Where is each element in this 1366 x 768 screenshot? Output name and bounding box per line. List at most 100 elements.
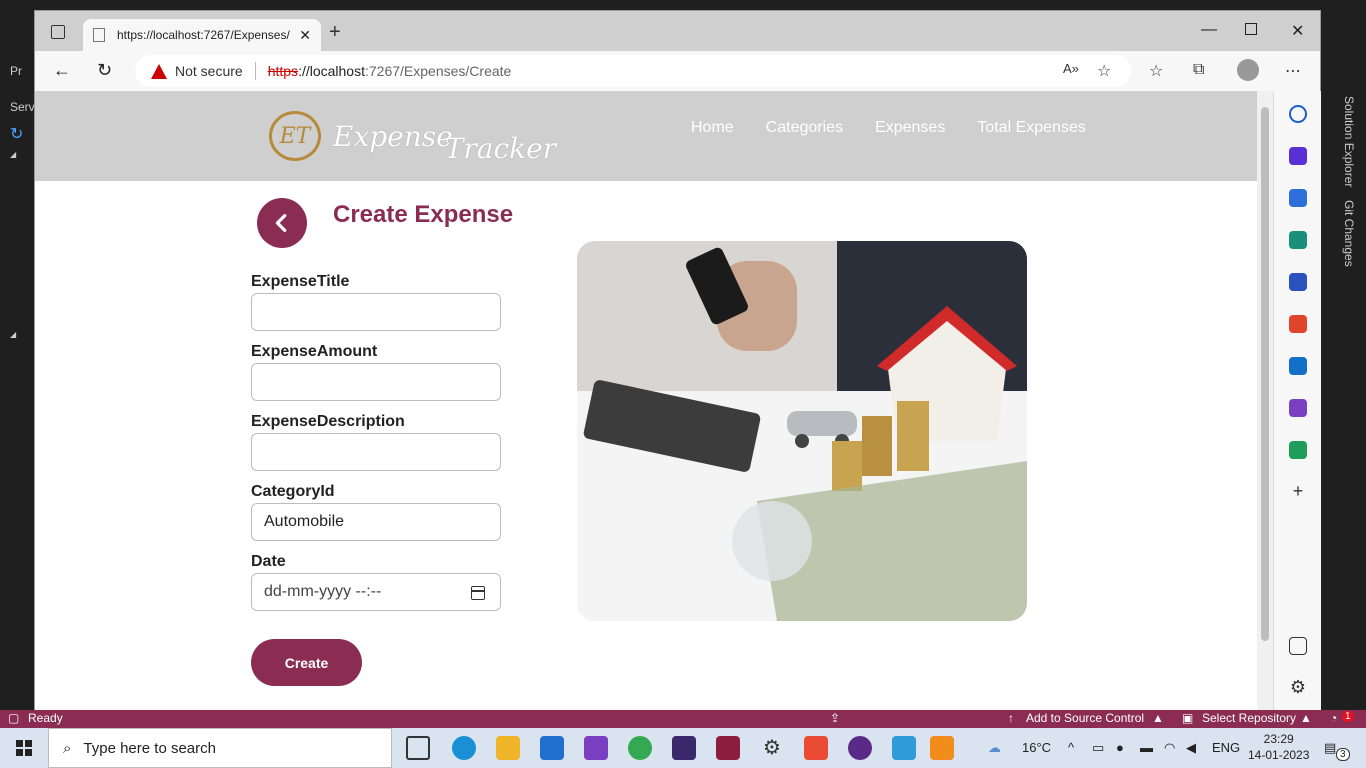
favorites-icon[interactable]: ☆ [1149, 61, 1163, 81]
github-icon[interactable] [848, 736, 872, 760]
solution-explorer-tab[interactable]: Solution Explorer [1342, 96, 1356, 187]
expense-title-label: ExpenseTitle [251, 273, 350, 290]
hide-sidebar-icon[interactable] [1289, 637, 1307, 655]
url-path: :7267/Expenses/Create [365, 63, 512, 79]
battery-icon[interactable]: ▬ [1140, 740, 1153, 755]
settings-icon[interactable]: ⚙ [1289, 678, 1307, 697]
logo-word-expense: Expense [333, 119, 453, 153]
copilot-icon[interactable] [1289, 147, 1307, 165]
volume-icon[interactable]: ◀ [1186, 740, 1196, 756]
outlook-icon[interactable] [1289, 357, 1307, 375]
taskbar-clock[interactable]: 23:29 14-01-2023 [1248, 731, 1309, 763]
tab-actions-icon[interactable] [51, 25, 65, 39]
sublime-icon[interactable] [930, 736, 954, 760]
settings-icon[interactable]: ⚙ [760, 736, 784, 760]
minimize-icon[interactable]: — [1201, 21, 1217, 39]
close-window-icon[interactable]: ✕ [1291, 21, 1304, 41]
page-icon [93, 28, 105, 42]
taskbar-search[interactable]: ⌕ Type here to search [48, 728, 392, 768]
mail-icon[interactable] [540, 736, 564, 760]
visual-studio-icon[interactable] [584, 736, 608, 760]
url-scheme: https [267, 63, 299, 79]
chrome-icon[interactable] [628, 736, 652, 760]
create-button[interactable]: Create [251, 639, 362, 686]
tree-icon[interactable] [1289, 441, 1307, 459]
microphone-icon[interactable]: ● [1116, 740, 1124, 755]
notifications-badge: 1 [1342, 711, 1354, 722]
url-host: ://localhost [298, 63, 365, 79]
vs-left-panel: Serv Pr ↻ ◢ ◢ [0, 0, 35, 710]
maximize-icon[interactable] [1245, 23, 1257, 35]
security-label[interactable]: Not secure [175, 63, 243, 79]
nav-expenses[interactable]: Expenses [875, 119, 945, 137]
hero-image [577, 241, 1027, 621]
date-label: Date [251, 553, 286, 570]
expense-description-input[interactable] [251, 433, 501, 471]
read-aloud-icon[interactable]: A» [1063, 61, 1079, 76]
scrollbar-thumb[interactable] [1261, 107, 1269, 641]
project-label[interactable]: Pr [10, 64, 22, 78]
terminal-icon[interactable] [672, 736, 696, 760]
collections-icon[interactable]: ⧉ [1193, 61, 1204, 79]
tray-usb-icon[interactable]: ▭ [1092, 740, 1104, 756]
search-icon[interactable] [1289, 105, 1307, 123]
nav-total-expenses[interactable]: Total Expenses [977, 119, 1086, 137]
expense-amount-label: ExpenseAmount [251, 343, 378, 360]
chevron-up-icon[interactable]: ▲ [1300, 711, 1312, 725]
weather-temperature[interactable]: 16°C [1022, 740, 1051, 755]
nav-home[interactable]: Home [691, 119, 734, 137]
logo-text: ExpenseTracker [333, 119, 556, 165]
chevron-up-icon[interactable]: ▲ [1152, 711, 1164, 725]
refresh-icon[interactable]: ↻ [10, 124, 23, 144]
language-indicator[interactable]: ENG [1212, 740, 1240, 755]
close-tab-icon[interactable]: ✕ [299, 27, 311, 44]
add-favorite-icon[interactable]: ☆ [1097, 61, 1111, 81]
nav-categories[interactable]: Categories [766, 119, 843, 137]
taskbar-search-placeholder: Type here to search [83, 739, 216, 757]
games-icon[interactable] [1289, 273, 1307, 291]
wifi-icon[interactable]: ◠ [1164, 740, 1175, 756]
git-changes-tab[interactable]: Git Changes [1342, 200, 1356, 267]
new-tab-icon[interactable]: + [329, 21, 341, 44]
tools-icon[interactable] [1289, 231, 1307, 249]
refresh-icon[interactable]: ↻ [97, 60, 112, 81]
site-logo[interactable]: ET ExpenseTracker [269, 111, 556, 165]
winrar-icon[interactable] [716, 736, 740, 760]
page-scrollbar[interactable] [1257, 91, 1273, 711]
designer-icon[interactable] [1289, 399, 1307, 417]
profile-avatar[interactable] [1237, 59, 1259, 81]
network-tool-icon[interactable] [892, 736, 916, 760]
expand-icon[interactable]: ◢ [10, 330, 16, 339]
office-icon[interactable] [1289, 315, 1307, 333]
expense-title-input[interactable] [251, 293, 501, 331]
date-input[interactable] [251, 573, 501, 611]
task-view-icon[interactable] [406, 736, 430, 760]
back-button[interactable] [257, 198, 307, 248]
title-bar: https://localhost:7267/Expenses/ ✕ + — ✕ [35, 11, 1320, 51]
warning-icon [151, 63, 167, 79]
weather-icon[interactable]: ☁ [988, 740, 1001, 756]
select-repository[interactable]: Select Repository [1202, 711, 1296, 725]
windows-start-icon[interactable] [16, 740, 32, 756]
add-icon[interactable]: + [1289, 482, 1307, 501]
category-id-input[interactable] [251, 503, 501, 541]
calendar-icon[interactable] [471, 586, 485, 600]
publish-icon[interactable]: ⇪ [830, 711, 840, 725]
browser-tab[interactable]: https://localhost:7267/Expenses/ ✕ [83, 19, 321, 51]
server-explorer-label[interactable]: Serv [10, 100, 35, 114]
expense-amount-input[interactable] [251, 363, 501, 401]
site-header: ET ExpenseTracker Home Categories Expens… [35, 91, 1257, 181]
page-title: Create Expense [333, 201, 514, 228]
more-menu-icon[interactable]: ⋯ [1285, 61, 1301, 81]
notifications-icon[interactable]: ◔ [1330, 711, 1337, 725]
edge-icon[interactable] [452, 736, 476, 760]
git-tool-icon[interactable] [804, 736, 828, 760]
tray-chevron-icon[interactable]: ^ [1068, 740, 1074, 755]
shopping-icon[interactable] [1289, 189, 1307, 207]
expand-icon[interactable]: ◢ [10, 150, 16, 159]
url-box[interactable]: Not secure https ://localhost :7267/Expe… [135, 55, 1131, 87]
add-to-source-control[interactable]: Add to Source Control [1026, 711, 1144, 725]
back-arrow-icon[interactable]: ← [53, 60, 71, 81]
file-explorer-icon[interactable] [496, 736, 520, 760]
action-center-icon[interactable]: ▤ [1324, 740, 1336, 756]
